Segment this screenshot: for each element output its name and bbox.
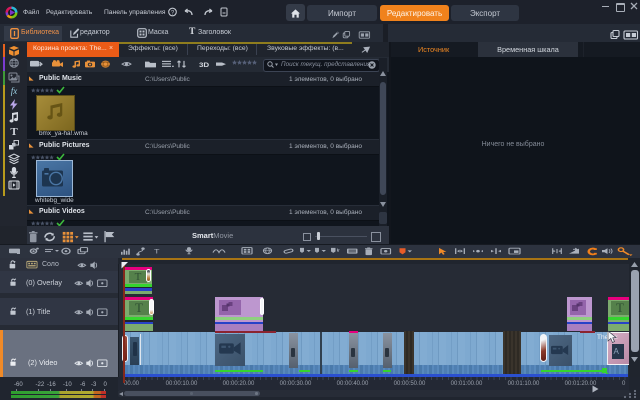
svg-text:fx: fx [11, 86, 18, 96]
svg-text:T: T [10, 126, 18, 138]
svg-text:3D: 3D [199, 61, 209, 69]
svg-text:T: T [154, 248, 160, 255]
